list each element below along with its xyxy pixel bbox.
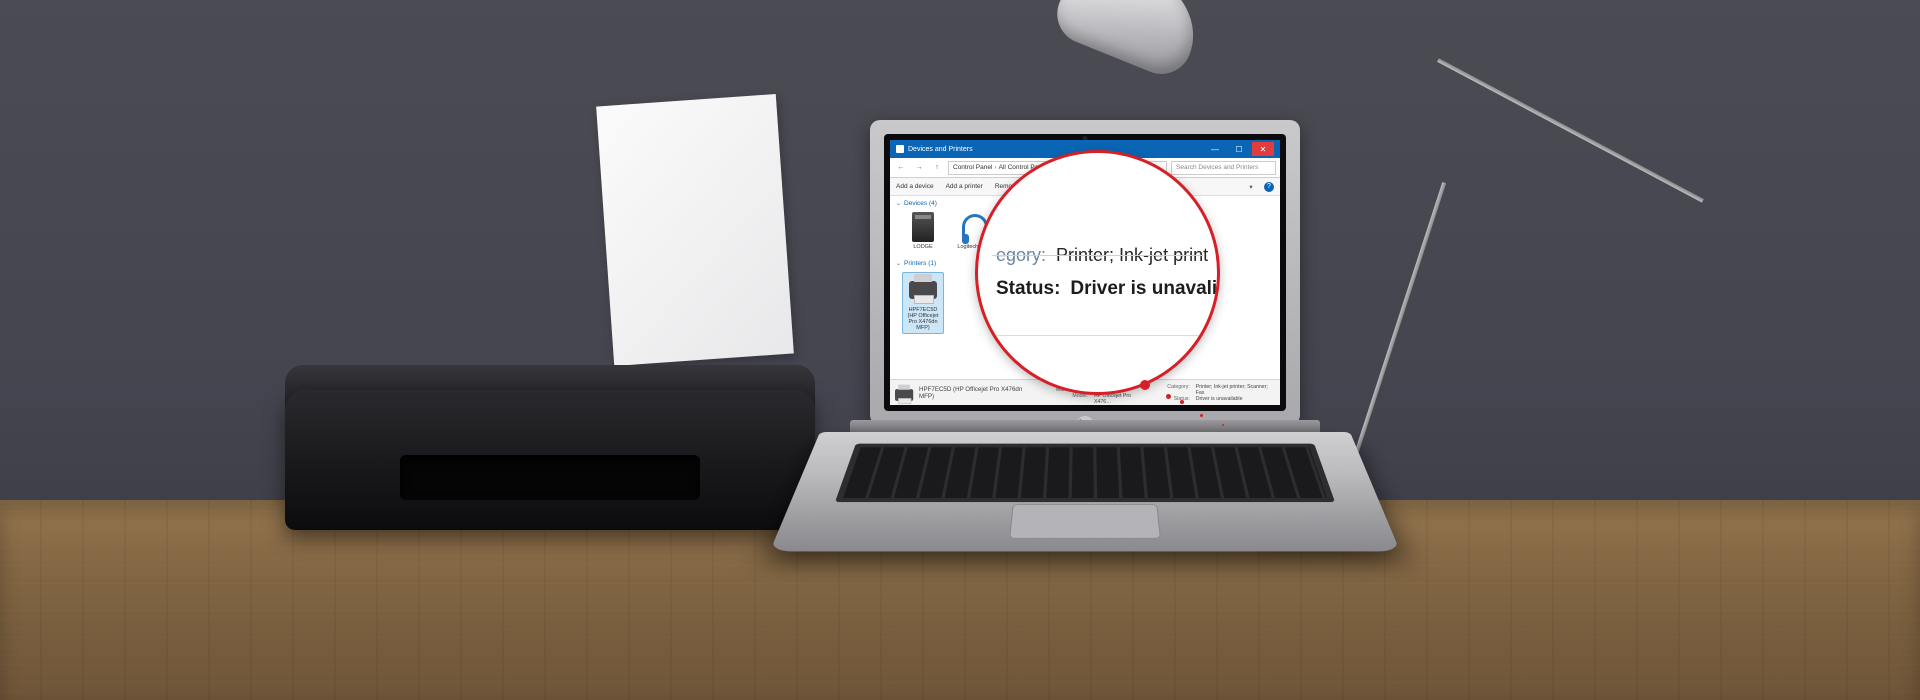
- device-item[interactable]: LODGE: [902, 212, 944, 250]
- chevron-down-icon: ⌄: [896, 200, 901, 207]
- trackpad: [1009, 504, 1161, 538]
- search-input[interactable]: Search Devices and Printers: [1171, 161, 1276, 175]
- details-key: Model:: [1056, 393, 1088, 405]
- device-label: LODGE: [902, 244, 944, 250]
- details-device-name: HPF7EC5D (HP Officejet Pro X476dn MFP): [919, 386, 1036, 400]
- chevron-down-icon: ⌄: [896, 260, 901, 267]
- back-button[interactable]: ←: [894, 161, 908, 175]
- physical-printer: [285, 310, 815, 530]
- laptop-base: [770, 432, 1400, 551]
- group-label: Devices (4): [904, 200, 937, 207]
- maximize-button[interactable]: ☐: [1228, 142, 1250, 156]
- keyboard: [835, 444, 1335, 502]
- scene-photo: Devices and Printers — ☐ ✕ ← → ↑: [0, 0, 1920, 700]
- add-device-button[interactable]: Add a device: [896, 183, 934, 190]
- paper-sheet: [596, 94, 794, 366]
- chevron-right-icon: ›: [994, 164, 996, 171]
- printer-icon: [909, 281, 937, 299]
- printer-icon: [895, 389, 913, 401]
- control-panel-icon: [896, 145, 904, 153]
- add-printer-button[interactable]: Add a printer: [946, 183, 983, 190]
- details-value: Driver is unavailable: [1196, 396, 1275, 402]
- details-key: Category:: [1167, 384, 1190, 396]
- details-value: Printer; Ink-jet printer; Scanner; Fax: [1196, 384, 1275, 396]
- magnifier-callout: egory: Printer; Ink-jet print Status: Dr…: [975, 150, 1220, 395]
- minimize-button[interactable]: —: [1204, 142, 1226, 156]
- help-button[interactable]: ?: [1264, 182, 1274, 192]
- magnifier-status-label: Status:: [996, 278, 1060, 300]
- close-button[interactable]: ✕: [1252, 142, 1274, 156]
- forward-button[interactable]: →: [912, 161, 926, 175]
- up-button[interactable]: ↑: [930, 161, 944, 175]
- computer-tower-icon: [912, 212, 934, 242]
- view-options-button[interactable]: ▾: [1244, 180, 1258, 194]
- group-label: Printers (1): [904, 260, 936, 267]
- magnifier-status-value: Driver is unavaliable: [1070, 278, 1220, 300]
- details-key: Status:: [1167, 396, 1190, 402]
- breadcrumb-item[interactable]: Control Panel: [953, 164, 992, 171]
- printer-item-selected[interactable]: HPF7EC5D (HP Officejet Pro X476dn MFP): [902, 272, 944, 334]
- device-label: HPF7EC5D (HP Officejet Pro X476dn MFP): [905, 307, 941, 331]
- window-title: Devices and Printers: [908, 146, 973, 153]
